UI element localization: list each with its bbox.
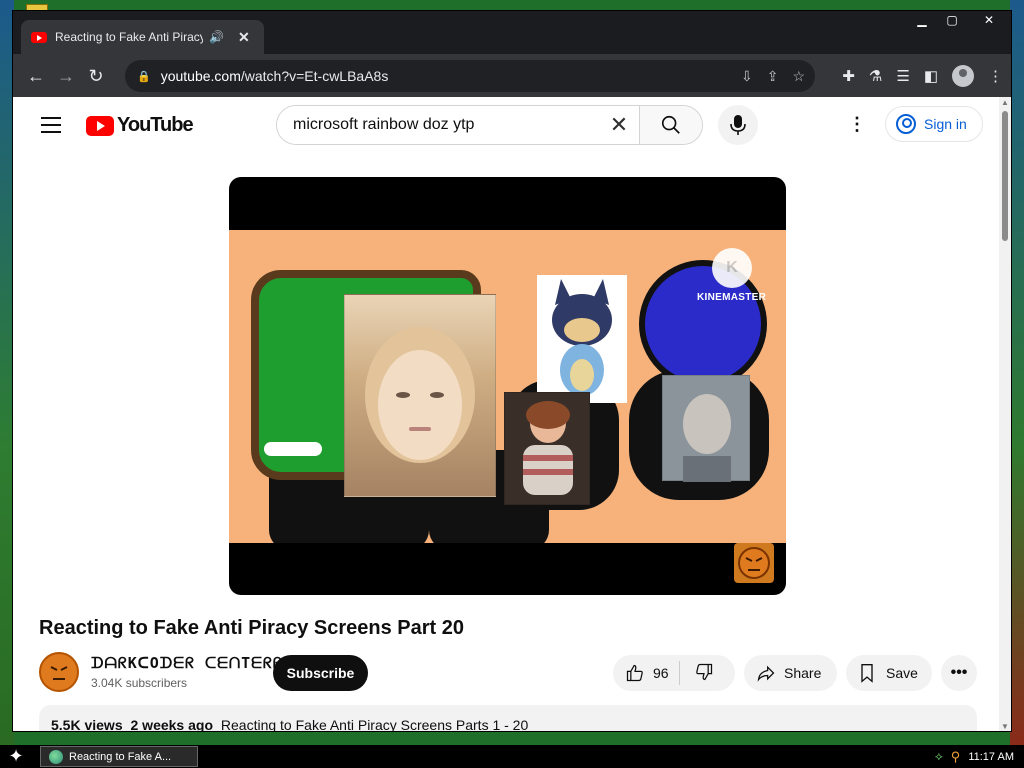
clear-search-icon[interactable]: ✕ (599, 106, 639, 144)
channel-avatar[interactable] (39, 652, 79, 692)
like-dislike-group: 96 (613, 655, 735, 691)
profile-icon[interactable] (952, 65, 974, 87)
search-icon (661, 115, 680, 134)
video-character (537, 275, 627, 403)
youtube-logo[interactable]: YouTube (86, 114, 194, 137)
share-page-icon[interactable]: ⇪ (767, 68, 779, 85)
dislike-button[interactable] (680, 662, 714, 685)
video-frame: K KINEMASTER (229, 230, 786, 543)
channel-watermark[interactable] (734, 543, 774, 583)
search-tray-icon[interactable]: ⚲ (951, 749, 961, 765)
upload-age: 2 weeks ago (130, 717, 214, 732)
microphone-icon (730, 115, 746, 135)
description-text: Reacting to Fake Anti Piracy Screens Par… (220, 717, 529, 732)
maximize-button[interactable]: ▢ (937, 11, 967, 29)
install-app-icon[interactable]: ⇩ (741, 68, 753, 85)
youtube-header: YouTube ✕ ⋮ (13, 97, 999, 153)
kinemaster-logo: K (712, 248, 752, 288)
back-arrow-icon[interactable]: ← (21, 61, 51, 91)
search-bar: ✕ (276, 105, 703, 145)
description-box[interactable]: 5.5K views 2 weeks ago Reacting to Fake … (39, 705, 977, 732)
address-bar[interactable]: 🔒 youtube.com/watch?v=Et-cwLBaA8s ⇩ ⇪ ☆ (125, 60, 815, 92)
video-person (662, 375, 750, 482)
taskbar: ✦ Reacting to Fake A... ⟡ ⚲ 11:17 AM (0, 745, 1024, 768)
scroll-up-icon[interactable]: ▲ (1001, 99, 1009, 107)
clock[interactable]: 11:17 AM (968, 751, 1014, 763)
youtube-page: YouTube ✕ ⋮ (13, 97, 1011, 732)
like-count: 96 (653, 665, 669, 681)
video-person (504, 392, 590, 505)
toolbar-right: ✚ ⚗ ☰ ◧ ⋮ (842, 60, 1003, 92)
window-close-button[interactable]: ✕ (967, 11, 1011, 29)
share-label: Share (784, 665, 822, 681)
share-arrow-icon (757, 665, 775, 682)
extensions-icon[interactable]: ✚ (842, 67, 855, 85)
video-person (344, 294, 496, 497)
minimize-button[interactable]: ▁ (907, 11, 937, 29)
search-button[interactable] (639, 106, 702, 144)
bookmark-star-icon[interactable]: ☆ (792, 68, 805, 85)
forward-arrow-icon[interactable]: → (51, 61, 81, 91)
save-label: Save (886, 665, 918, 681)
speaker-icon[interactable]: 🔊 (209, 30, 224, 44)
chrome-app-icon (49, 749, 63, 764)
tab-close-icon[interactable]: ✕ (238, 29, 250, 46)
video-shape (264, 442, 322, 456)
reload-icon[interactable]: ↻ (81, 61, 111, 91)
tab-title: Reacting to Fake Anti Piracy Sc (55, 30, 203, 44)
more-actions-icon[interactable]: ••• (941, 655, 977, 691)
window-controls: ▁ ▢ ✕ (907, 11, 1011, 29)
scroll-thumb[interactable] (1002, 111, 1008, 241)
youtube-favicon-icon (31, 31, 47, 43)
thumbs-down-icon (695, 663, 712, 680)
view-count: 5.5K views (51, 717, 123, 732)
labs-flask-icon[interactable]: ⚗ (869, 67, 882, 85)
taskbar-window-label: Reacting to Fake A... (69, 750, 172, 763)
kinemaster-watermark: KINEMASTER (697, 292, 767, 303)
browser-titlebar: Reacting to Fake Anti Piracy Sc 🔊 ✕ ▁ ▢ … (13, 11, 1011, 54)
side-panel-icon[interactable]: ◧ (924, 67, 938, 85)
bookmark-icon (861, 664, 873, 683)
media-queue-icon[interactable]: ☰ (896, 67, 909, 85)
angry-face-icon (44, 657, 74, 687)
subscribe-button[interactable]: Subscribe (273, 655, 368, 691)
chrome-menu-icon[interactable]: ⋮ (988, 67, 1003, 85)
like-button[interactable]: 96 (613, 655, 669, 691)
scroll-down-icon[interactable]: ▼ (1001, 723, 1009, 731)
share-button[interactable]: Share (744, 655, 837, 691)
search-input[interactable] (277, 106, 599, 144)
lock-icon[interactable]: 🔒 (137, 70, 151, 83)
voice-search-button[interactable] (718, 105, 758, 145)
omnibox-icons: ⇩ ⇪ ☆ (741, 60, 805, 92)
browser-window: Reacting to Fake Anti Piracy Sc 🔊 ✕ ▁ ▢ … (12, 10, 1012, 732)
page-scrollbar[interactable]: ▲ ▼ (999, 97, 1011, 731)
angry-face-icon (738, 547, 770, 579)
thumbs-up-icon (626, 664, 643, 682)
youtube-play-icon (86, 115, 114, 136)
save-button[interactable]: Save (846, 655, 932, 691)
account-circle-icon (896, 114, 916, 134)
browser-tab[interactable]: Reacting to Fake Anti Piracy Sc 🔊 ✕ (21, 20, 264, 54)
youtube-logo-text: YouTube (117, 114, 194, 136)
sign-in-label: Sign in (924, 116, 967, 132)
sign-in-button[interactable]: Sign in (885, 106, 983, 142)
taskbar-window-button[interactable]: Reacting to Fake A... (40, 746, 198, 767)
system-tray: ⟡ ⚲ 11:17 AM (935, 745, 1014, 768)
video-player[interactable]: K KINEMASTER (229, 177, 786, 595)
subscriber-count: 3.04K subscribers (91, 676, 188, 690)
network-icon[interactable]: ⟡ (935, 749, 943, 764)
desktop-right-edge (1010, 0, 1024, 745)
menu-icon[interactable] (41, 117, 61, 133)
start-star-icon[interactable]: ✦ (0, 745, 32, 768)
url-text[interactable]: youtube.com/watch?v=Et-cwLBaA8s (161, 68, 389, 84)
settings-menu-icon[interactable]: ⋮ (847, 114, 867, 136)
video-title: Reacting to Fake Anti Piracy Screens Par… (39, 617, 464, 639)
browser-toolbar: ← → ↻ 🔒 youtube.com/watch?v=Et-cwLBaA8s … (13, 54, 1011, 97)
